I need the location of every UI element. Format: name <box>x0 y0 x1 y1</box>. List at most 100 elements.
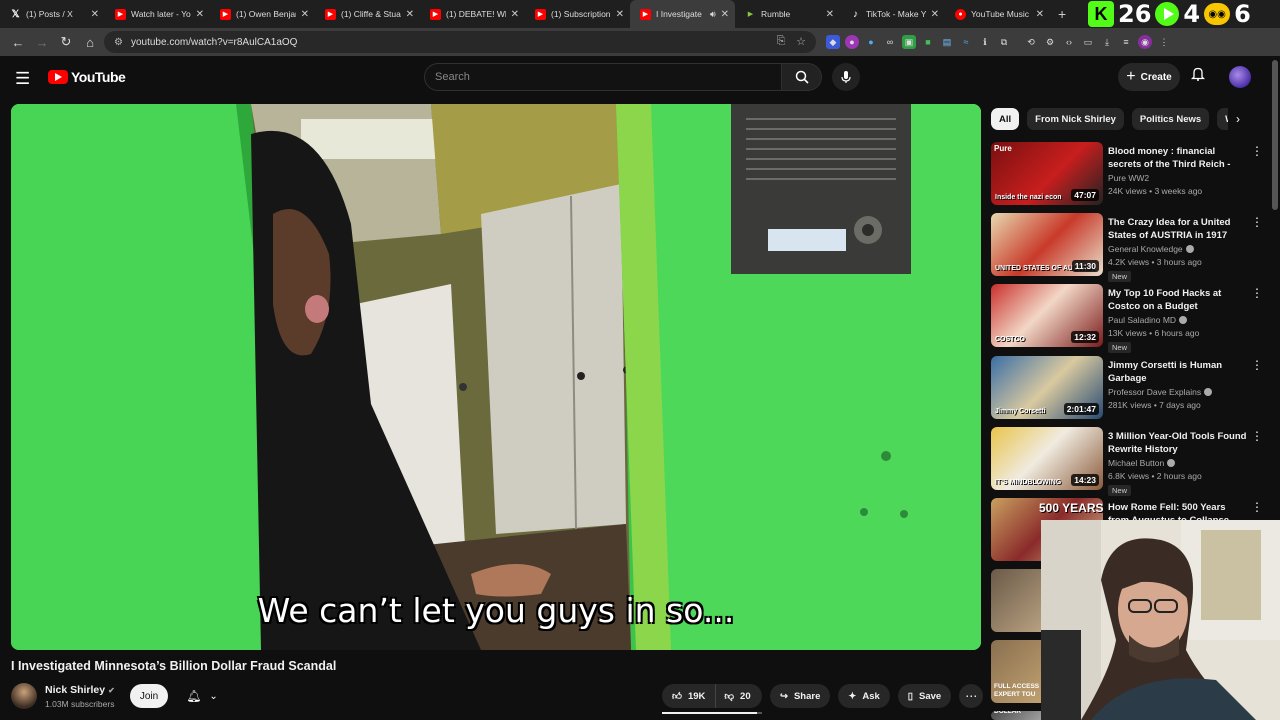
account-avatar[interactable] <box>1229 66 1251 88</box>
video-thumbnail[interactable]: UNITED STATES OF AUSTRIA 11:30 <box>991 213 1103 277</box>
more-options-icon[interactable]: ⋮ <box>1251 500 1263 514</box>
voice-search-button[interactable] <box>832 63 860 91</box>
more-actions-icon[interactable]: ⋯ <box>959 684 984 708</box>
bookmark-star-icon[interactable]: ☆ <box>792 35 810 48</box>
video-thumbnail[interactable]: Pure Inside the nazi econ 47:07 <box>991 142 1103 205</box>
video-thumbnail[interactable]: Jimmy Corsetti 2:01:47 <box>991 355 1103 419</box>
channel-name[interactable]: Nick Shirley ✔ <box>45 684 115 696</box>
browser-tab[interactable]: ▶ (1) Subscription ✕ <box>525 0 630 28</box>
search-button[interactable] <box>782 63 822 91</box>
recommended-title[interactable]: My Top 10 Food Hacks at Costco on a Budg… <box>1108 287 1248 313</box>
close-tab-icon[interactable]: ✕ <box>301 9 309 20</box>
more-options-icon[interactable]: ⋮ <box>1251 358 1263 372</box>
more-options-icon[interactable]: ⋮ <box>1251 429 1263 443</box>
home-button[interactable]: ⌂ <box>78 30 102 54</box>
recommended-title[interactable]: 3 Million Year-Old Tools Found Rewrite H… <box>1108 430 1248 456</box>
video-thumbnail[interactable] <box>991 569 1041 632</box>
site-info-icon[interactable]: ⚙ <box>114 37 123 48</box>
browser-tab[interactable]: ▶ (1) DEBATE! Wh ✕ <box>420 0 525 28</box>
url-bar[interactable]: ⚙ youtube.com/watch?v=r8AulCA1aOQ ⎘ ☆ <box>104 31 816 53</box>
recommended-title[interactable]: Jimmy Corsetti is Human Garbage <box>1108 359 1248 385</box>
recommended-channel[interactable]: Michael Button <box>1108 458 1176 468</box>
recommended-title[interactable]: Blood money : financial secrets of the T… <box>1108 145 1248 171</box>
recommended-channel[interactable]: Professor Dave Explains <box>1108 387 1213 397</box>
recommended-video[interactable]: Pure Inside the nazi econ 47:07 Blood money… <box>991 142 1266 206</box>
recommended-channel[interactable]: Paul Saladino MD <box>1108 315 1188 325</box>
close-tab-icon[interactable]: ✕ <box>196 9 204 20</box>
close-tab-icon[interactable]: ✕ <box>721 9 729 20</box>
close-tab-icon[interactable]: ✕ <box>826 9 834 20</box>
install-icon[interactable]: ⎘ <box>772 35 790 48</box>
extension-puzzle-green-icon[interactable]: ■ <box>921 35 935 49</box>
create-button[interactable]: + Create <box>1118 63 1180 91</box>
reading-list-icon[interactable]: ▭ <box>1081 35 1095 49</box>
extension-green-icon[interactable]: ▣ <box>902 35 916 49</box>
ask-button[interactable]: ✦ Ask <box>838 684 890 708</box>
browser-tab[interactable]: ▶ Rumble ✕ <box>735 0 840 28</box>
devtools-icon[interactable]: ‹› <box>1062 35 1076 49</box>
browser-tab[interactable]: ▶ I Investigate 🔊︎ ✕ <box>630 0 735 28</box>
chip-from-nick-shirley[interactable]: From Nick Shirley <box>1027 108 1124 130</box>
close-tab-icon[interactable]: ✕ <box>91 9 99 20</box>
close-tab-icon[interactable]: ✕ <box>406 9 414 20</box>
extension-circle-icon[interactable]: ● <box>845 35 859 49</box>
new-tab-button[interactable]: + <box>1058 6 1066 22</box>
more-options-icon[interactable]: ⋮ <box>1251 144 1263 158</box>
close-tab-icon[interactable]: ✕ <box>616 9 624 20</box>
join-button[interactable]: Join <box>130 684 168 708</box>
close-tab-icon[interactable]: ✕ <box>931 9 939 20</box>
browser-tab[interactable]: ♪ TikTok - Make Y ✕ <box>840 0 945 28</box>
history-icon[interactable]: ⟲ <box>1024 35 1038 49</box>
reload-button[interactable]: ↻ <box>54 30 78 54</box>
save-button[interactable]: ▯ Save <box>897 684 952 708</box>
recommended-video[interactable]: COSTCO 12:32 My Top 10 Food Hacks at Costc… <box>991 284 1266 354</box>
chevron-right-icon[interactable]: › <box>1236 112 1240 126</box>
close-tab-icon[interactable]: ✕ <box>511 9 519 20</box>
forward-button[interactable]: → <box>30 30 54 54</box>
scrollbar[interactable] <box>1272 60 1278 210</box>
recommended-video[interactable]: Jimmy Corsetti 2:01:47 Jimmy Corsetti is H… <box>991 355 1266 420</box>
settings-icon[interactable]: ⚙ <box>1043 35 1057 49</box>
extensions-puzzle-icon[interactable]: ⧉ <box>997 35 1011 49</box>
video-thumbnail[interactable]: DOLLAR <box>991 711 1041 720</box>
recommended-channel[interactable]: Pure WW2 <box>1108 173 1149 183</box>
video-thumbnail[interactable]: FULL ACCESS EXPERT TOU <box>991 640 1041 703</box>
media-icon[interactable]: ≡ <box>1119 35 1133 49</box>
extension-text-icon[interactable]: ℹ <box>978 35 992 49</box>
extension-wave-icon[interactable]: ≈ <box>959 35 973 49</box>
browser-tab[interactable]: 𝕏 (1) Posts / X ✕ <box>0 0 105 28</box>
extension-dot-icon[interactable]: ● <box>864 35 878 49</box>
downloads-icon[interactable]: ⤓ <box>1100 35 1114 49</box>
more-options-icon[interactable]: ⋮ <box>1251 286 1263 300</box>
browser-tab[interactable]: ▶ Watch later - Yo ✕ <box>105 0 210 28</box>
video-thumbnail[interactable]: COSTCO 12:32 <box>991 284 1103 348</box>
video-thumbnail[interactable]: IT'S MINDBLOWING 14:23 <box>991 426 1103 490</box>
channel-avatar[interactable] <box>11 683 37 709</box>
menu-icon[interactable]: ☰ <box>15 69 30 89</box>
audio-playing-icon[interactable]: 🔊︎ <box>710 9 716 20</box>
browser-tab[interactable]: ▶ (1) Cliffe & Stua ✕ <box>315 0 420 28</box>
browser-menu-icon[interactable]: ⋮ <box>1157 35 1171 49</box>
chip-politics-news[interactable]: Politics News <box>1131 108 1210 130</box>
extension-window-icon[interactable]: ▤ <box>940 35 954 49</box>
subscribed-notifications-button[interactable]: 🔔︎ ⌄ <box>178 684 226 708</box>
extension-shield-icon[interactable]: ◆ <box>826 35 840 49</box>
browser-tab[interactable]: ▶ (1) Owen Benjam ✕ <box>210 0 315 28</box>
search-input[interactable]: Search <box>424 63 782 91</box>
profile-icon[interactable]: ◉ <box>1138 35 1152 49</box>
extension-mask-icon[interactable]: ∞ <box>883 35 897 49</box>
notifications-bell-icon[interactable] <box>1190 66 1206 84</box>
share-button[interactable]: ↪ Share <box>770 684 831 708</box>
like-button[interactable]: 👍︎ 19K <box>662 684 717 708</box>
chip-all[interactable]: All <box>991 108 1020 130</box>
close-tab-icon[interactable]: ✕ <box>1036 9 1044 20</box>
browser-tab[interactable]: ● YouTube Music ✕ <box>945 0 1050 28</box>
chip-world[interactable]: World <box>1217 108 1228 130</box>
dislike-button[interactable]: 👎︎ 20 <box>716 684 758 708</box>
recommended-video[interactable]: IT'S MINDBLOWING 14:23 3 Million Year-Old … <box>991 426 1266 496</box>
back-button[interactable]: ← <box>6 30 30 54</box>
more-options-icon[interactable]: ⋮ <box>1251 215 1263 229</box>
video-player[interactable]: We can’t let you guys in so... <box>11 104 981 650</box>
recommended-video[interactable]: UNITED STATES OF AUSTRIA 11:30 The Crazy I… <box>991 213 1266 283</box>
recommended-title[interactable]: The Crazy Idea for a United States of AU… <box>1108 216 1248 242</box>
